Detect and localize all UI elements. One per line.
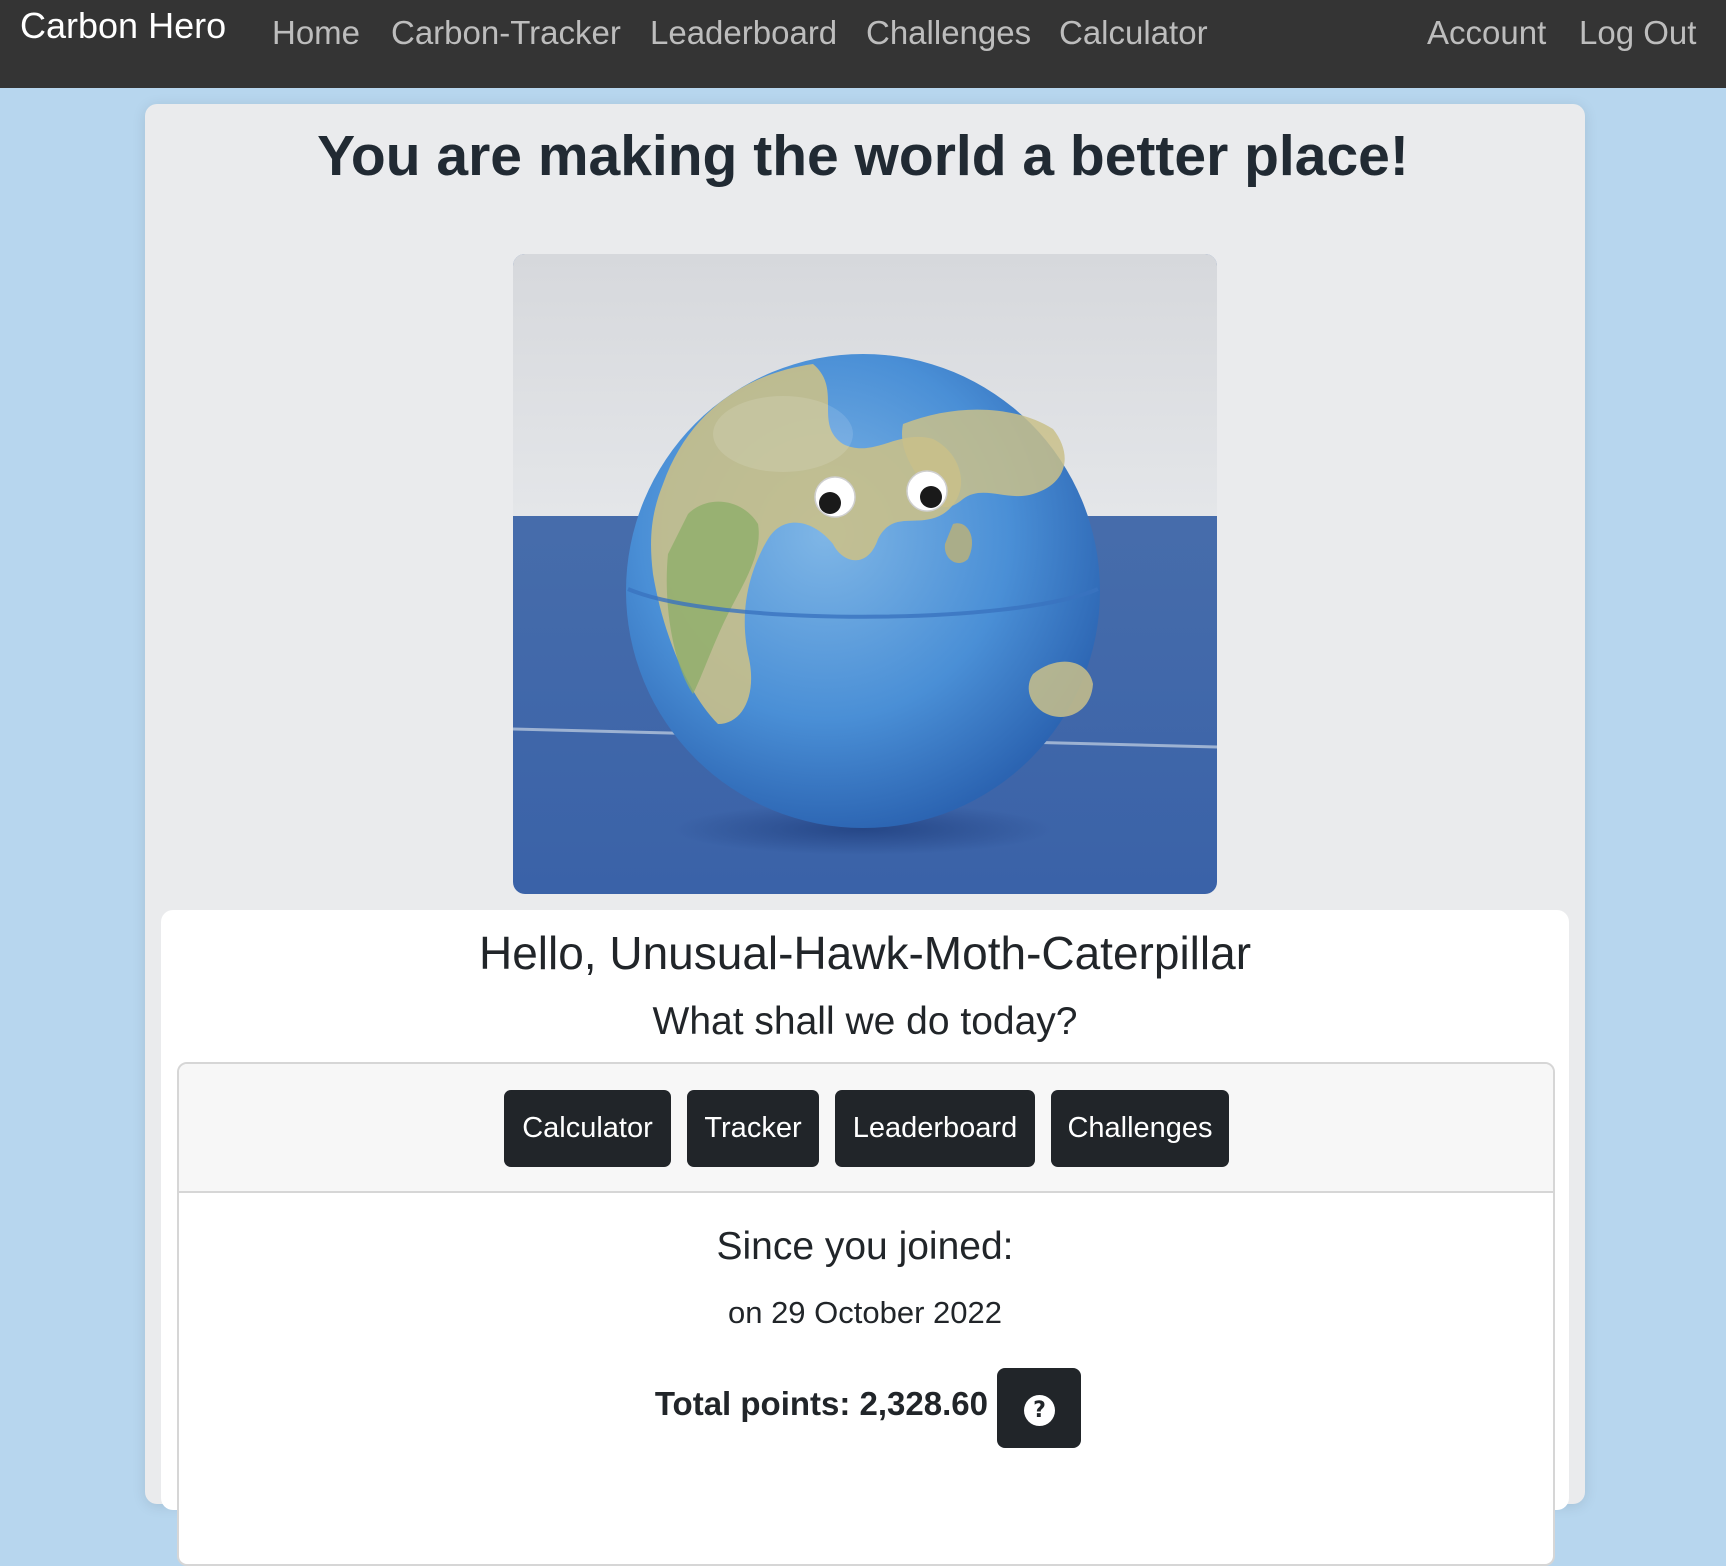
- nav-link-carbon-tracker[interactable]: Carbon-Tracker: [391, 12, 621, 54]
- brand-logo-link[interactable]: Carbon Hero: [20, 4, 226, 48]
- globe-image: [513, 254, 1217, 894]
- greeting-heading: Hello, Unusual-Hawk-Moth-Caterpillar: [478, 927, 1252, 979]
- action-panel-header: Calculator Tracker Leaderboard Challenge…: [179, 1064, 1553, 1193]
- nav-link-home[interactable]: Home: [272, 12, 360, 54]
- nav-link-account[interactable]: Account: [1427, 12, 1546, 54]
- since-joined-heading: Since you joined:: [716, 1225, 1014, 1268]
- hero-title: You are making the world a better place!: [317, 124, 1409, 188]
- nav-link-challenges[interactable]: Challenges: [866, 12, 1031, 54]
- total-points: Total points: 2,328.60: [654, 1385, 988, 1422]
- nav-link-calculator[interactable]: Calculator: [1059, 12, 1208, 54]
- nav-link-leaderboard[interactable]: Leaderboard: [650, 12, 837, 54]
- tracker-button[interactable]: Tracker: [687, 1090, 819, 1167]
- globe-illustration: [513, 254, 1217, 894]
- nav-link-log-out[interactable]: Log Out: [1579, 12, 1696, 54]
- points-help-button[interactable]: ?: [997, 1368, 1081, 1448]
- top-navbar: Carbon Hero Home Carbon-Tracker Leaderbo…: [0, 0, 1726, 88]
- leaderboard-button[interactable]: Leaderboard: [835, 1090, 1035, 1167]
- calculator-button[interactable]: Calculator: [504, 1090, 671, 1167]
- prompt-heading: What shall we do today?: [652, 1000, 1078, 1043]
- question-icon: ?: [1024, 1395, 1055, 1426]
- joined-date: on 29 October 2022: [727, 1295, 1003, 1330]
- challenges-button[interactable]: Challenges: [1051, 1090, 1229, 1167]
